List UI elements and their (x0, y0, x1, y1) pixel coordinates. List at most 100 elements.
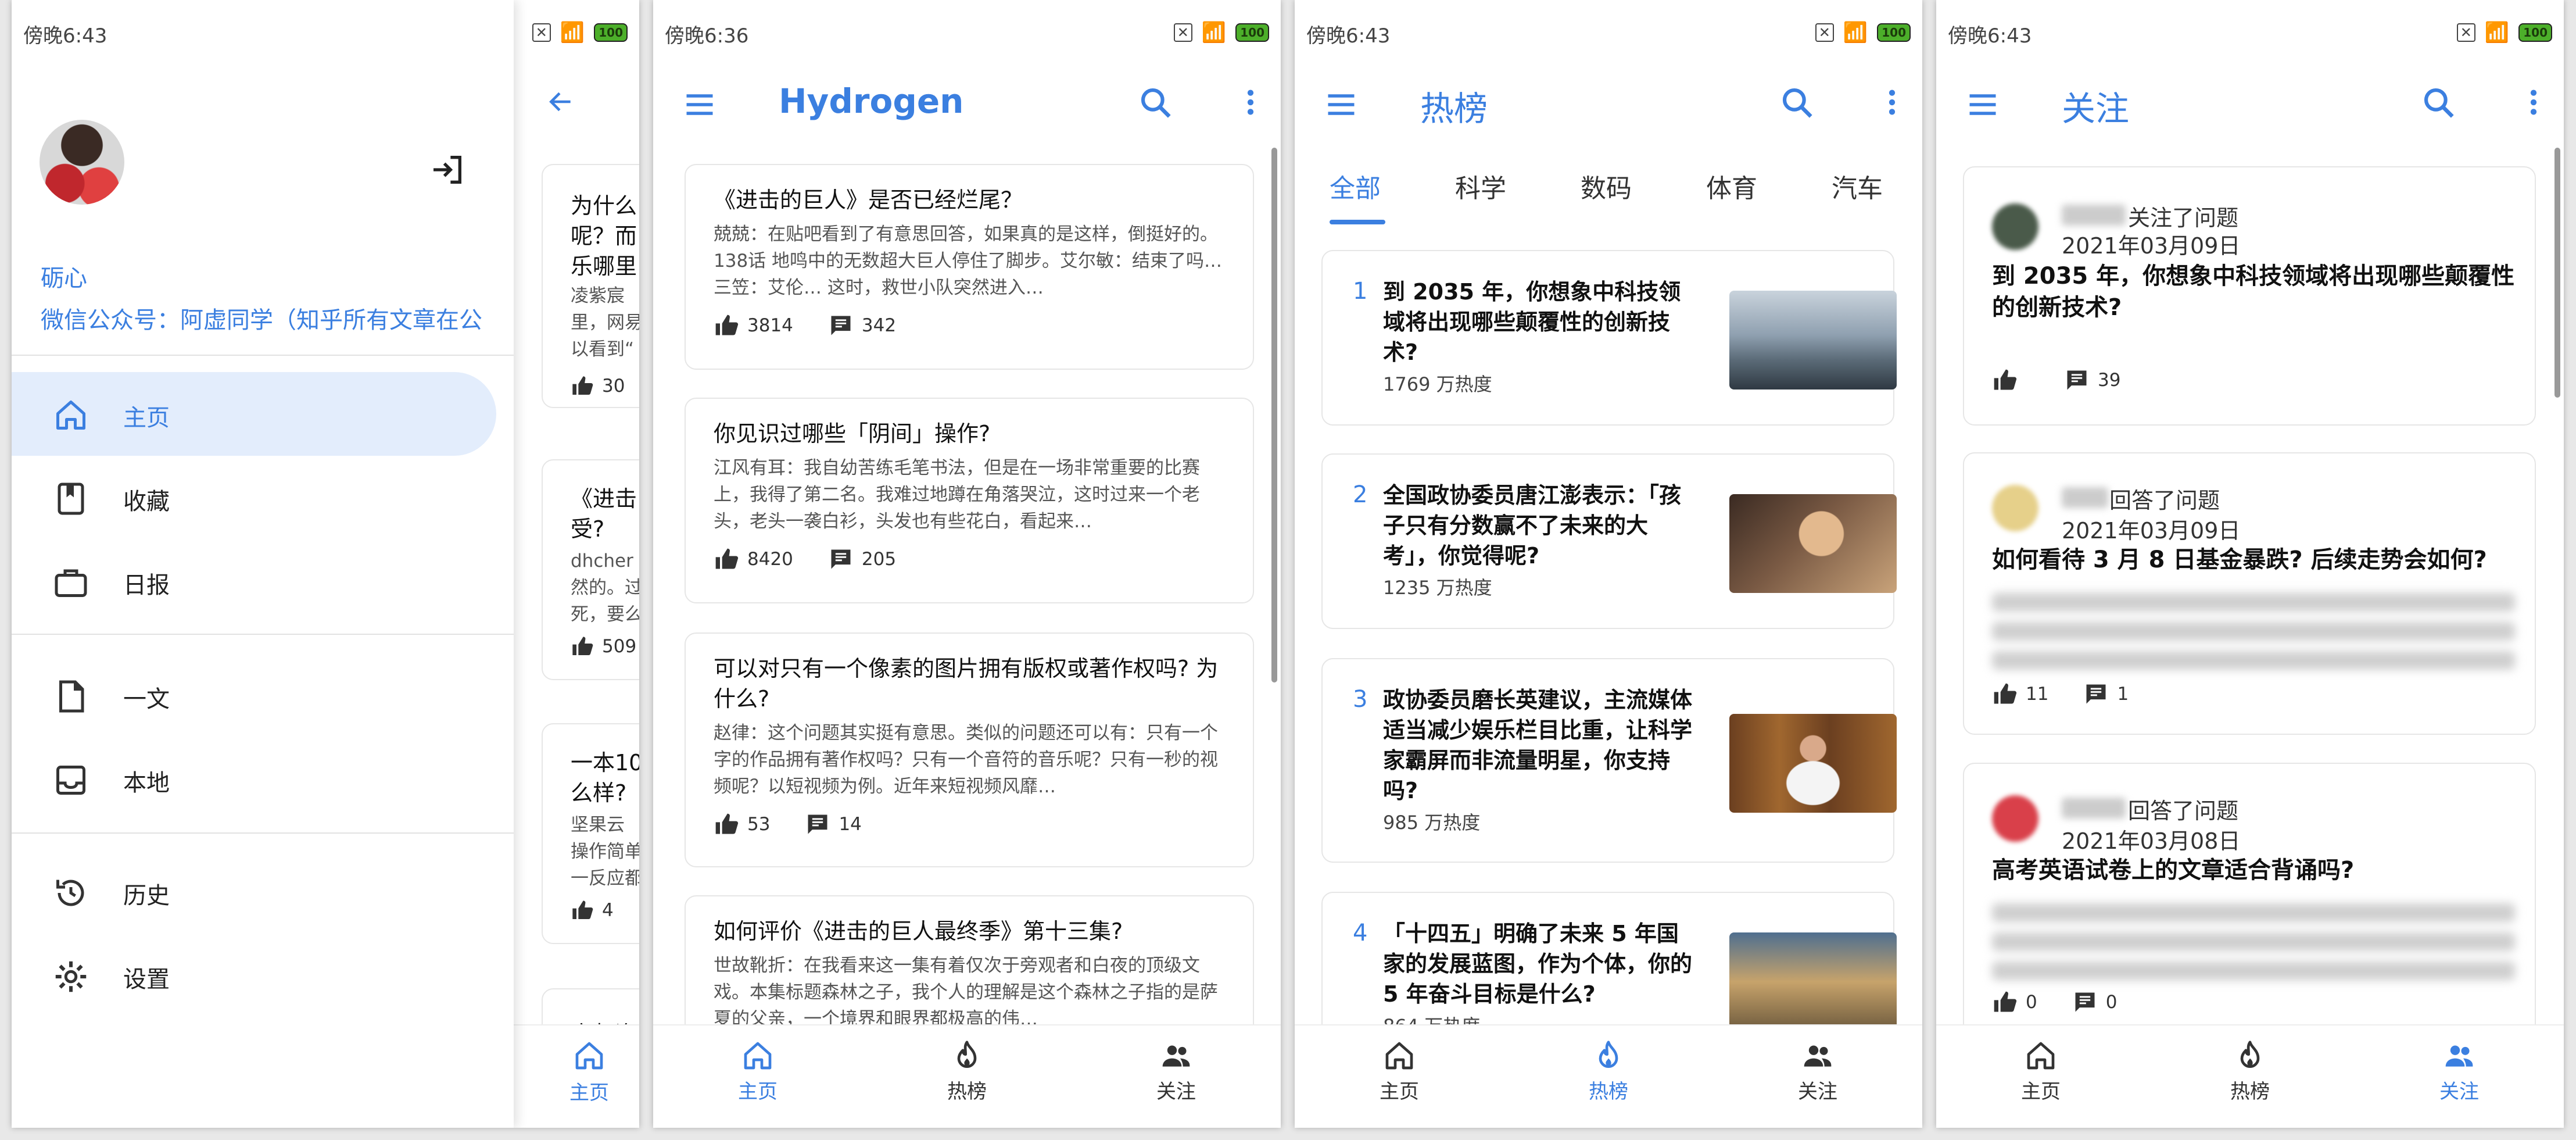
nav-home[interactable]: 主页 (1295, 1025, 1504, 1128)
activity-label: 回答了问题 (2109, 488, 2220, 513)
nav-hot-label: 热榜 (2230, 1080, 2270, 1103)
nav-home-label: 主页 (2021, 1080, 2061, 1103)
question-title: 如何看待 3 月 8 日基金暴跌? 后续走势会如何? (1992, 546, 2487, 573)
back-arrow-icon[interactable] (546, 87, 575, 116)
more-options-icon[interactable] (1876, 86, 1908, 119)
scrollbar[interactable] (2554, 148, 2560, 398)
gear-icon (55, 961, 87, 992)
partial-excerpt: 凌紫宸 (571, 285, 625, 306)
partial-excerpt: 一反应都 (571, 868, 639, 889)
comment-icon[interactable] (2064, 367, 2090, 393)
tab-auto[interactable]: 汽车 (1832, 167, 1883, 205)
blurred-username (2062, 798, 2126, 819)
tab-all[interactable]: 全部 (1330, 167, 1381, 205)
comment-icon[interactable] (805, 812, 830, 837)
menu-icon[interactable] (1965, 87, 2000, 122)
status-time: 傍晚6:43 (1306, 24, 1391, 48)
drawer-item-daily[interactable]: 日报 (12, 539, 496, 623)
logout-icon[interactable] (429, 151, 466, 188)
nav-follow[interactable]: 关注 (1072, 1025, 1281, 1128)
nav-home-label: 主页 (738, 1080, 778, 1103)
hot-item[interactable]: 2 全国政协委员唐江澎表示：「孩子只有分数赢不了未来的大考」，你觉得呢? 123… (1321, 453, 1897, 629)
follow-card[interactable]: 回答了问题 2021年03月09日 如何看待 3 月 8 日基金暴跌? 后续走势… (1963, 452, 2536, 735)
tab-digital[interactable]: 数码 (1581, 167, 1632, 205)
hot-title: 「十四五」明确了未来 5 年国家的发展蓝图，作为个体，你的 5 年奋斗目标是什么… (1383, 921, 1693, 1007)
card-title: 如何评价《进击的巨人最终季》第十三集? (714, 919, 1123, 944)
like-count: 8420 (747, 549, 793, 570)
page-title: 热榜 (1420, 89, 1488, 128)
drawer-item-local[interactable]: 本地 (12, 737, 496, 821)
nav-hot[interactable]: 热榜 (2145, 1025, 2355, 1128)
menu-icon[interactable] (682, 87, 717, 122)
like-icon[interactable] (1992, 989, 2018, 1015)
comment-icon[interactable] (828, 313, 854, 338)
feed-card[interactable]: 《进击的巨人》是否已经烂尾？ 兢兢：在贴吧看到了有意思回答，如果真的是这样，倒挺… (685, 164, 1254, 370)
partial-card[interactable]: 一本10 么样? 坚果云 操作简单 一反应都 4 (542, 723, 639, 944)
phone-drawer-screen: 为什么 呢？而 乐哪里 凌紫宸 里，网易 以看到“ 30 《进击 受? dhch… (12, 0, 639, 1128)
like-count: 3814 (747, 315, 793, 336)
like-icon[interactable] (714, 812, 739, 837)
more-options-icon[interactable] (1234, 86, 1267, 119)
partial-card[interactable]: 《进击 受? dhcher 然的。过 死，要么 509 (542, 459, 639, 680)
like-icon[interactable] (571, 899, 594, 922)
battery-icon: 100 (1877, 23, 1911, 42)
nav-hot-label: 热榜 (1589, 1080, 1628, 1103)
partial-title: 受? (571, 516, 605, 542)
drawer-item-history[interactable]: 历史 (12, 850, 496, 934)
like-icon[interactable] (714, 313, 739, 338)
search-icon[interactable] (2421, 85, 2457, 121)
like-icon[interactable] (571, 635, 594, 658)
comment-icon[interactable] (828, 546, 854, 572)
like-icon[interactable] (714, 546, 739, 572)
drawer-divider (12, 355, 514, 356)
blurred-excerpt (1992, 622, 2515, 641)
drawer-item-article[interactable]: 一文 (12, 653, 496, 737)
nav-hot[interactable]: 热榜 (1504, 1025, 1713, 1128)
like-icon[interactable] (1992, 681, 2018, 707)
blurred-excerpt (1992, 903, 2515, 922)
tab-science[interactable]: 科学 (1455, 167, 1506, 205)
nav-home[interactable]: 主页 (1936, 1025, 2145, 1128)
nav-follow[interactable]: 关注 (2355, 1025, 2564, 1128)
feed-card[interactable]: 可以对只有一个像素的图片拥有版权或著作权吗? 为什么? 赵律：这个问题其实挺有意… (685, 632, 1254, 867)
card-excerpt: 赵律：这个问题其实挺有意思。类似的问题还可以有：只有一个字的作品拥有著作权吗？只… (714, 723, 1218, 797)
bookmark-icon (58, 483, 84, 515)
comment-icon[interactable] (2072, 989, 2098, 1015)
more-options-icon[interactable] (2517, 86, 2550, 119)
feed-card[interactable]: 你见识过哪些「阴间」操作? 江风有耳：我自幼苦练毛笔书法，但是在一场非常重要的比… (685, 398, 1254, 603)
hot-item[interactable]: 3 政协委员磨长英建议，主流媒体适当减少娱乐栏目比重，让科学家霸屏而非流量明星，… (1321, 658, 1897, 863)
drawer-item-label: 主页 (123, 405, 170, 431)
history-icon (56, 880, 84, 906)
scrollbar[interactable] (1271, 148, 1277, 682)
status-time: 傍晚6:43 (1948, 24, 2032, 48)
hot-rank: 3 (1353, 686, 1368, 713)
nav-hot[interactable]: 热榜 (862, 1025, 1072, 1128)
hot-title: 全国政协委员唐江澎表示：「孩子只有分数赢不了未来的大考」，你觉得呢? (1383, 483, 1682, 569)
hot-heat: 1769 万热度 (1383, 373, 1492, 395)
nav-follow[interactable]: 关注 (1713, 1025, 1922, 1128)
avatar[interactable] (40, 120, 124, 205)
menu-icon[interactable] (1324, 87, 1359, 122)
drawer-item-favorites[interactable]: 收藏 (12, 456, 496, 539)
tab-sports[interactable]: 体育 (1706, 167, 1757, 205)
search-icon[interactable] (1779, 85, 1815, 121)
navigation-drawer: 砺心 微信公众号：阿虚同学（知乎所有文章在公 主页 收藏 日报 一文 本地 历史 (12, 0, 514, 1128)
nav-home[interactable]: 主页 (653, 1025, 862, 1128)
partial-card[interactable]: 为什么 呢？而 乐哪里 凌紫宸 里，网易 以看到“ 30 (542, 164, 639, 408)
follow-card[interactable]: 关注了问题 2021年03月09日 到 2035 年，你想象中科技领域将出现哪些… (1963, 166, 2536, 426)
blurred-username (2062, 205, 2126, 226)
hot-item[interactable]: 1 到 2035 年，你想象中科技领域将出现哪些颠覆性的创新技术? 1769 万… (1321, 250, 1897, 426)
comment-icon[interactable] (2083, 681, 2109, 707)
drawer-item-home[interactable]: 主页 (12, 372, 496, 456)
like-icon[interactable] (571, 374, 594, 398)
phone-home-screen: 傍晚6:36 ✕ 📶 100 Hydrogen 《进击的巨人》是否已经烂尾？ 兢兢：… (653, 0, 1281, 1128)
activity-date: 2021年03月09日 (2062, 518, 2241, 544)
people-icon (1160, 1039, 1192, 1072)
card-excerpt: 兢兢：在贴吧看到了有意思回答，如果真的是这样，倒挺好的。138话 地鸣中的无数超… (714, 224, 1223, 298)
search-icon[interactable] (1138, 85, 1174, 121)
nav-home-label: 主页 (1380, 1080, 1419, 1103)
nav-home[interactable]: 主页 (569, 1039, 609, 1105)
drawer-item-settings[interactable]: 设置 (12, 934, 496, 1017)
follow-card[interactable]: 回答了问题 2021年03月08日 高考英语试卷上的文章适合背诵吗? 0 0 (1963, 763, 2536, 1042)
like-icon[interactable] (1992, 367, 2018, 393)
